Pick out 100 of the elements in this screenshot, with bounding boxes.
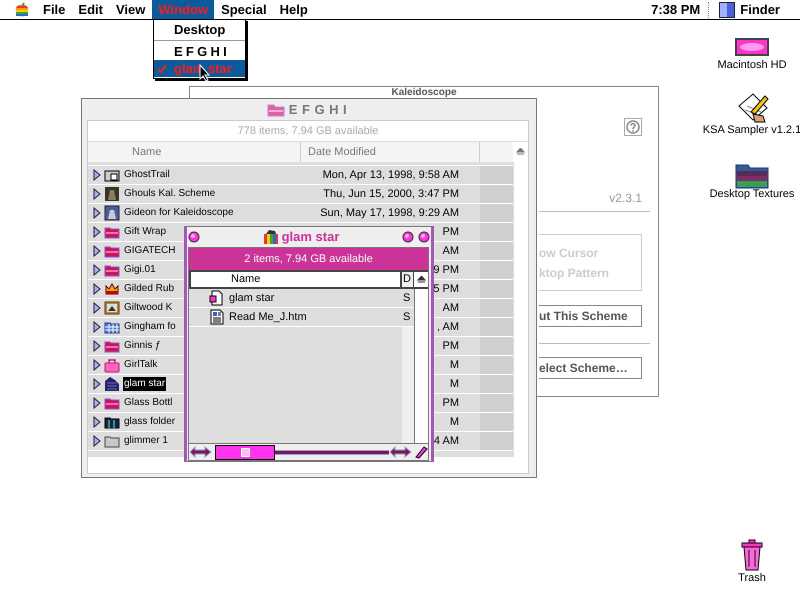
date-cell-text: PM	[442, 396, 459, 411]
file-name[interactable]: glam star	[123, 377, 166, 391]
disclosure-triangle-icon[interactable]	[93, 302, 101, 314]
menu-item[interactable]: View	[110, 0, 152, 19]
table-cell	[480, 337, 513, 355]
table-cell	[480, 394, 513, 412]
menu-item[interactable]: File	[37, 0, 72, 19]
folder-icon	[266, 102, 285, 116]
trash-icon[interactable]	[740, 539, 764, 571]
menu-option[interactable]: EFGHI	[154, 43, 245, 60]
disclosure-triangle-icon[interactable]	[93, 226, 101, 238]
disclosure-triangle-icon[interactable]	[93, 435, 101, 447]
table-cell	[480, 356, 513, 374]
apple-menu-icon[interactable]	[14, 2, 30, 18]
date-cell-text: Thu, Jun 15, 2000, 3:47 PM	[323, 186, 459, 202]
file-name[interactable]: Gideon for Kaleidoscope	[123, 206, 235, 220]
column-header[interactable]: Date Modified	[301, 142, 480, 162]
disclosure-triangle-icon[interactable]	[93, 245, 101, 257]
date-cell-text: AM	[442, 300, 459, 316]
icon-label[interactable]: Trash	[697, 572, 800, 585]
menu-item[interactable]: Edit	[72, 0, 109, 19]
disclosure-triangle-icon[interactable]	[93, 321, 101, 333]
column-header[interactable]: D	[402, 270, 414, 289]
window-button[interactable]	[418, 231, 430, 243]
file-name[interactable]: Gift Wrap	[123, 225, 168, 239]
app-name[interactable]: Finder	[740, 0, 780, 20]
version-label: v2.3.1	[609, 192, 642, 204]
date-cell-text: AM	[442, 244, 459, 259]
picture-icon	[104, 300, 120, 316]
date-cell-text: M	[450, 358, 459, 373]
scrollbar-track[interactable]	[414, 289, 428, 443]
table-cell	[480, 166, 513, 184]
icon-label[interactable]: Macintosh HD	[697, 59, 800, 72]
icon-label[interactable]: Desktop Textures	[697, 188, 800, 201]
disclosure-triangle-icon[interactable]	[93, 416, 101, 428]
file-name[interactable]: GirlTalk	[123, 358, 158, 372]
file-name[interactable]: glass folder	[123, 415, 176, 429]
date-cell-text: Mon, Apr 13, 1998, 9:58 AM	[322, 168, 459, 183]
date-cell-text: M	[450, 376, 459, 392]
disclosure-triangle-icon[interactable]	[93, 264, 101, 276]
disclosure-triangle-icon[interactable]	[93, 169, 101, 181]
disclosure-triangle-icon[interactable]	[93, 207, 101, 219]
table-cell	[480, 185, 513, 203]
file-name[interactable]: Giltwood K	[123, 301, 174, 315]
date-cell-text: , AM	[436, 320, 459, 335]
file-name[interactable]: glimmer 1	[123, 434, 169, 448]
window-button[interactable]	[402, 231, 414, 243]
date-cell-text: 5 PM	[433, 282, 459, 297]
crown-icon	[104, 281, 120, 297]
file-name[interactable]: Ginnis ƒ	[123, 339, 162, 353]
scroll-thumb[interactable]	[215, 444, 275, 460]
column-header[interactable]: Name	[189, 270, 402, 289]
menu-option[interactable]: Desktop	[154, 21, 245, 38]
file-name[interactable]: Gingham fo	[123, 320, 177, 334]
menu-item[interactable]: Special	[215, 0, 273, 19]
file-name[interactable]: Glass Bottl	[123, 396, 174, 410]
disclosure-triangle-icon[interactable]	[93, 397, 101, 409]
building-icon	[104, 376, 120, 392]
file-name[interactable]: Gilded Rub	[123, 282, 176, 296]
table-cell	[480, 204, 513, 222]
bag-icon	[104, 357, 120, 373]
dialog-button[interactable]: elect Scheme…	[539, 357, 642, 379]
table-cell	[480, 432, 513, 450]
date-cell-text: S	[403, 290, 410, 306]
date-cell-text: S	[403, 310, 410, 325]
table-cell	[480, 318, 513, 336]
column-header[interactable]: Name	[88, 142, 301, 162]
window-title: EFGHI	[288, 100, 352, 119]
status-bar: 2 items, 7.94 GB available	[189, 248, 428, 270]
resize-grip-icon[interactable]	[414, 445, 428, 459]
table-cell	[480, 280, 513, 298]
table-cell	[480, 242, 513, 260]
window-title: glam star	[282, 228, 340, 246]
app-icon[interactable]	[719, 2, 736, 18]
disclosure-triangle-icon[interactable]	[93, 378, 101, 390]
disclosure-triangle-icon[interactable]	[93, 359, 101, 371]
help-button[interactable]	[624, 118, 642, 136]
dialog-button[interactable]: ut This Scheme	[539, 305, 642, 327]
date-cell-text: 4 AM	[434, 434, 459, 449]
scroll-arrow-icon[interactable]	[189, 446, 212, 458]
disclosure-triangle-icon[interactable]	[93, 340, 101, 352]
scrollbar-track[interactable]	[275, 450, 389, 454]
file-name[interactable]: Ghouls Kal. Scheme	[123, 187, 216, 201]
window-button[interactable]	[188, 231, 200, 243]
file-name[interactable]: Gigi.01	[123, 263, 157, 277]
disclosure-triangle-icon[interactable]	[93, 283, 101, 295]
menu-clock: 7:38 PM	[651, 0, 700, 19]
help-icon	[626, 120, 640, 134]
menu-item[interactable]: Help	[274, 0, 314, 19]
window-title: Kaleidoscope	[391, 88, 457, 98]
date-cell-text: 9 PM	[433, 262, 459, 278]
status-text: 778 items, 7.94 GB available	[236, 124, 380, 139]
file-name[interactable]: GhostTrail	[123, 168, 171, 182]
table-cell	[480, 375, 513, 393]
table-cell	[480, 223, 513, 241]
disclosure-triangle-icon[interactable]	[93, 188, 101, 200]
scroll-arrow-icon[interactable]	[389, 446, 412, 458]
file-name[interactable]: GIGATECH	[123, 244, 176, 258]
picture-icon	[104, 205, 120, 221]
date-cell-text: Sun, May 17, 1998, 9:29 AM	[320, 206, 459, 221]
